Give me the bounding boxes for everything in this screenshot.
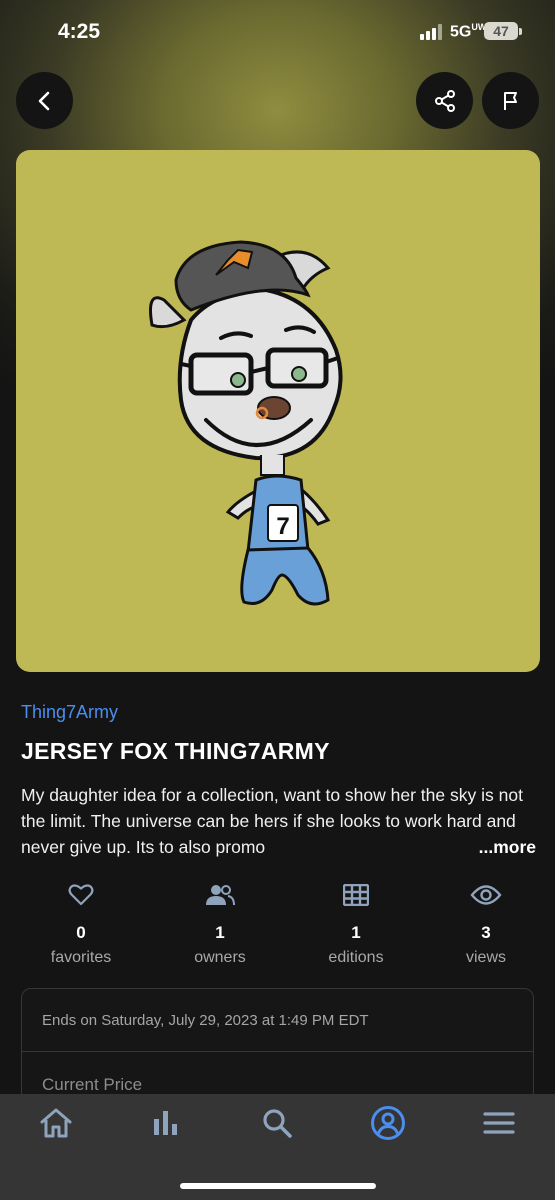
status-bar: 4:25 5GUW 47 — [0, 0, 555, 64]
back-button[interactable] — [16, 72, 73, 129]
editions-label: editions — [328, 949, 384, 966]
chevron-left-icon — [38, 91, 49, 110]
more-link[interactable]: ...more — [479, 837, 536, 857]
battery-icon: 47 — [484, 22, 518, 40]
stats-row: 0 favorites 1 owners 1 editions 3 views — [0, 878, 555, 973]
stat-owners[interactable]: 1 owners — [160, 878, 280, 967]
favorites-label: favorites — [50, 949, 112, 966]
home-icon — [40, 1108, 72, 1138]
collection-link[interactable]: Thing7Army — [21, 702, 118, 723]
share-button[interactable] — [416, 72, 473, 129]
favorites-count: 0 — [76, 923, 86, 942]
bar-chart-icon — [154, 1111, 177, 1135]
search-icon — [263, 1109, 292, 1138]
owners-count: 1 — [215, 923, 225, 942]
jersey-number: 7 — [276, 513, 289, 540]
stat-editions[interactable]: 1 editions — [296, 878, 416, 967]
nft-artwork[interactable]: 7 — [16, 150, 540, 672]
heart-icon — [68, 884, 94, 906]
tab-menu[interactable] — [474, 1100, 524, 1146]
views-label: views — [465, 949, 506, 966]
signal-icon — [420, 24, 444, 40]
share-icon — [434, 89, 455, 112]
tab-stats[interactable] — [141, 1100, 191, 1146]
network-indicator: 5GUW — [450, 22, 487, 41]
fox-illustration: 7 — [149, 240, 343, 606]
home-indicator[interactable] — [180, 1183, 376, 1189]
battery-tip — [519, 28, 522, 35]
tab-search[interactable] — [252, 1100, 302, 1146]
menu-icon — [483, 1112, 515, 1134]
current-price-label: Current Price — [42, 1075, 143, 1094]
grid-icon — [343, 884, 369, 906]
nft-title: JERSEY FOX THING7ARMY — [21, 738, 330, 764]
editions-count: 1 — [351, 923, 361, 942]
card-divider — [22, 1051, 533, 1052]
report-button[interactable] — [482, 72, 539, 129]
more-container: ...more — [390, 834, 540, 860]
eye-icon — [470, 885, 502, 905]
profile-icon — [371, 1106, 405, 1140]
stat-favorites[interactable]: 0 favorites — [21, 878, 141, 967]
tab-home[interactable] — [31, 1100, 81, 1146]
stat-views[interactable]: 3 views — [426, 878, 546, 967]
flag-icon — [503, 91, 517, 110]
views-count: 3 — [481, 923, 491, 942]
tab-profile[interactable] — [363, 1100, 413, 1146]
people-icon — [206, 885, 235, 906]
owners-label: owners — [194, 949, 246, 966]
auction-end-time: Ends on Saturday, July 29, 2023 at 1:49 … — [42, 1012, 369, 1029]
status-time: 4:25 — [58, 20, 101, 43]
